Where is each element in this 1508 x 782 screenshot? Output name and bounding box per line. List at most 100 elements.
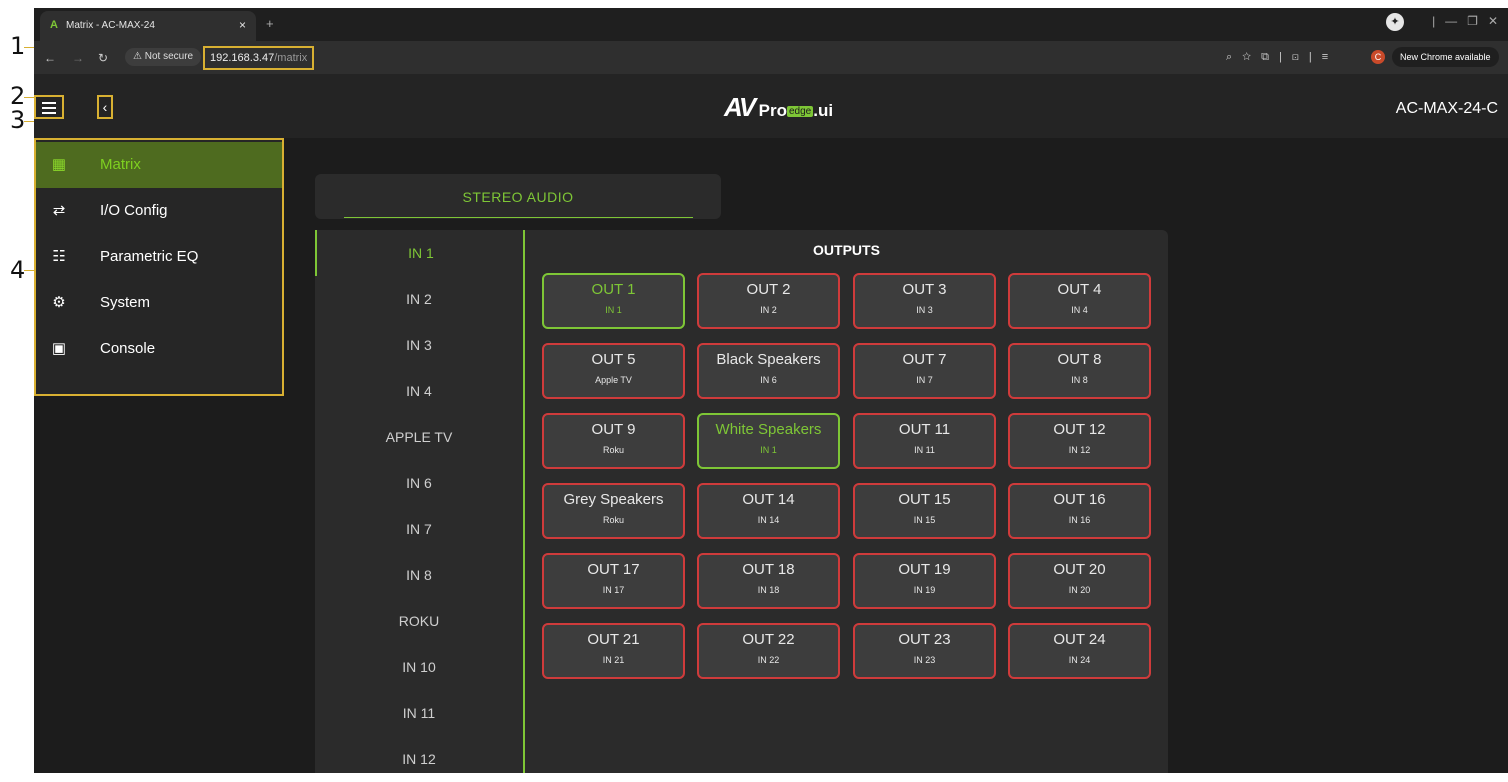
output-source: IN 8 <box>1071 375 1088 385</box>
output-name: OUT 22 <box>742 631 795 648</box>
callout-2: 2 <box>10 82 26 110</box>
output-button[interactable]: OUT 9 Roku <box>542 413 685 469</box>
output-button[interactable]: OUT 19 IN 19 <box>853 553 996 609</box>
output-button[interactable]: OUT 23 IN 23 <box>853 623 996 679</box>
output-button[interactable]: OUT 2 IN 2 <box>697 273 840 329</box>
browser-tab-bar: A Matrix - AC-MAX-24 × + ✦ | — ❐ ✕ <box>34 8 1508 41</box>
output-button[interactable]: Grey Speakers Roku <box>542 483 685 539</box>
output-button[interactable]: OUT 7 IN 7 <box>853 343 996 399</box>
sidebar-item-parametric-eq[interactable]: ☷ Parametric EQ <box>36 234 282 280</box>
sidebar-nav: ▦ Matrix ⇄ I/O Config ☷ Parametric EQ ⚙ … <box>34 138 284 396</box>
output-name: Grey Speakers <box>563 491 664 508</box>
output-button[interactable]: OUT 15 IN 15 <box>853 483 996 539</box>
logo-pro: Pro <box>758 101 787 120</box>
input-item[interactable]: IN 11 <box>315 690 523 736</box>
sidebar-item-matrix[interactable]: ▦ Matrix <box>36 142 282 188</box>
favicon-icon: A <box>50 19 58 31</box>
output-source: IN 7 <box>916 375 933 385</box>
input-item[interactable]: APPLE TV <box>315 414 523 460</box>
chrome-menu-icon[interactable]: ✦ <box>1386 13 1404 31</box>
output-button[interactable]: OUT 3 IN 3 <box>853 273 996 329</box>
output-button[interactable]: OUT 20 IN 20 <box>1008 553 1151 609</box>
update-chrome-button[interactable]: New Chrome available <box>1392 47 1499 67</box>
output-button[interactable]: OUT 18 IN 18 <box>697 553 840 609</box>
input-item[interactable]: IN 4 <box>315 368 523 414</box>
output-button[interactable]: OUT 24 IN 24 <box>1008 623 1151 679</box>
back-icon[interactable]: ← <box>44 51 56 65</box>
output-name: OUT 20 <box>1053 561 1106 578</box>
sidebar-item-console[interactable]: ▣ Console <box>36 326 282 372</box>
tab-close-icon[interactable]: × <box>239 18 246 32</box>
forward-icon[interactable]: → <box>72 51 84 65</box>
device-name: AC-MAX-24-C <box>1395 100 1498 117</box>
output-name: OUT 12 <box>1053 421 1106 438</box>
input-item[interactable]: IN 12 <box>315 736 523 782</box>
output-name: OUT 16 <box>1053 491 1106 508</box>
output-source: IN 24 <box>1068 655 1091 665</box>
input-item[interactable]: IN 6 <box>315 460 523 506</box>
output-source: IN 6 <box>760 375 777 385</box>
app-window: ‹ AV Pro edge .ui AC-MAX-24-C ▦ Matrix ⇄ I… <box>34 74 1508 773</box>
output-button[interactable]: OUT 12 IN 12 <box>1008 413 1151 469</box>
sidebar-item-label: System <box>100 294 151 311</box>
output-source: IN 22 <box>757 655 780 665</box>
output-source: IN 3 <box>916 305 933 315</box>
url-field[interactable]: 192.168.3.47/matrix <box>203 46 315 70</box>
input-item[interactable]: IN 8 <box>315 552 523 598</box>
callout-4-line <box>24 270 34 271</box>
output-button[interactable]: OUT 5 Apple TV <box>542 343 685 399</box>
output-source: IN 11 <box>914 445 935 455</box>
output-grid: OUTPUTS OUT 1 IN 1 OUT 2 IN 2 OUT 3 IN 3 OUT 4… <box>525 230 1168 773</box>
sidebar-item-io-config[interactable]: ⇄ I/O Config <box>36 188 282 234</box>
tab-stereo-audio[interactable]: STEREO AUDIO <box>315 174 721 219</box>
output-source: Apple TV <box>595 375 632 385</box>
input-item[interactable]: IN 2 <box>315 276 523 322</box>
profile-avatar[interactable]: C <box>1371 50 1385 64</box>
output-source: IN 17 <box>602 585 625 595</box>
logo-edge: edge <box>787 106 814 117</box>
output-button[interactable]: OUT 21 IN 21 <box>542 623 685 679</box>
input-item[interactable]: ROKU <box>315 598 523 644</box>
output-button[interactable]: OUT 16 IN 16 <box>1008 483 1151 539</box>
output-button[interactable]: OUT 4 IN 4 <box>1008 273 1151 329</box>
output-button[interactable]: OUT 11 IN 11 <box>853 413 996 469</box>
sidebar-item-system[interactable]: ⚙ System <box>36 280 282 326</box>
output-name: OUT 2 <box>746 281 791 298</box>
menu-toggle-button[interactable] <box>34 95 64 119</box>
input-item[interactable]: IN 10 <box>315 644 523 690</box>
output-button[interactable]: OUT 22 IN 22 <box>697 623 840 679</box>
output-name: OUT 3 <box>902 281 947 298</box>
output-source: IN 12 <box>1068 445 1091 455</box>
input-item[interactable]: IN 7 <box>315 506 523 552</box>
output-name: OUT 14 <box>742 491 795 508</box>
browser-tab[interactable]: A Matrix - AC-MAX-24 × <box>40 11 256 41</box>
input-item[interactable]: IN 1 <box>315 230 525 276</box>
collapse-sidebar-button[interactable]: ‹ <box>97 95 113 119</box>
sidebar-item-label: I/O Config <box>100 202 168 219</box>
output-name: White Speakers <box>715 421 822 438</box>
output-name: OUT 17 <box>587 561 640 578</box>
output-name: OUT 8 <box>1057 351 1102 368</box>
reload-icon[interactable]: ↻ <box>98 51 108 65</box>
output-name: OUT 23 <box>898 631 951 648</box>
sidebar-item-label: Console <box>100 340 156 357</box>
output-button[interactable]: OUT 8 IN 8 <box>1008 343 1151 399</box>
output-source: IN 14 <box>757 515 780 525</box>
output-source: IN 1 <box>605 305 622 315</box>
new-tab-button[interactable]: + <box>266 16 274 31</box>
output-button[interactable]: White Speakers IN 1 <box>697 413 840 469</box>
output-name: OUT 5 <box>591 351 636 368</box>
window-controls[interactable]: | — ❐ ✕ <box>1432 14 1498 28</box>
callout-4: 4 <box>10 256 26 284</box>
swap-icon: ⇄ <box>52 202 66 219</box>
input-item[interactable]: IN 3 <box>315 322 523 368</box>
security-chip[interactable]: ⚠ Not secure <box>125 48 202 66</box>
security-label: Not secure <box>144 51 194 62</box>
output-button[interactable]: OUT 1 IN 1 <box>542 273 685 329</box>
output-button[interactable]: OUT 14 IN 14 <box>697 483 840 539</box>
toolbar-icons[interactable]: ⌕☆⧉|⊡|≡ <box>1226 51 1338 64</box>
output-name: OUT 9 <box>591 421 636 438</box>
output-button[interactable]: OUT 17 IN 17 <box>542 553 685 609</box>
output-button[interactable]: Black Speakers IN 6 <box>697 343 840 399</box>
tab-label: STEREO AUDIO <box>462 189 574 205</box>
